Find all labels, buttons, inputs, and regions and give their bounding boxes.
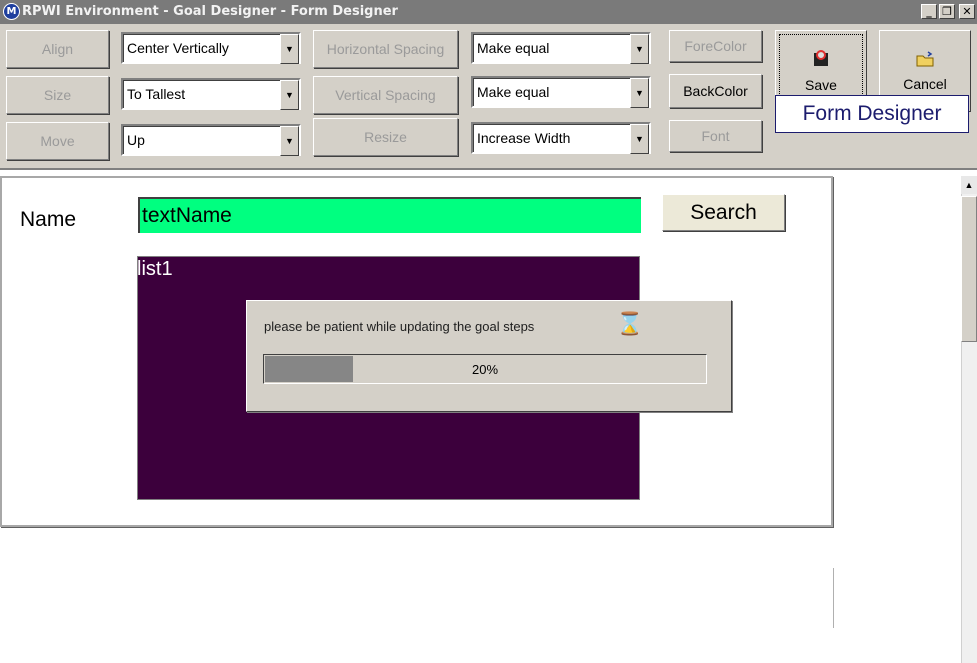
chevron-down-icon[interactable]: ▼ <box>280 80 299 110</box>
name-input[interactable]: textName <box>138 197 641 233</box>
progress-percent: 20% <box>471 361 499 377</box>
chevron-down-icon[interactable]: ▼ <box>630 124 649 154</box>
horizontal-spacing-button[interactable]: Horizontal Spacing <box>313 30 458 68</box>
move-button[interactable]: Move <box>6 122 109 160</box>
search-button[interactable]: Search <box>662 194 785 231</box>
move-select-value: Up <box>127 132 145 148</box>
hourglass-icon: ⌛ <box>616 311 644 336</box>
form-designer-label: Form Designer <box>775 95 969 133</box>
horizontal-spacing-value: Make equal <box>477 40 550 56</box>
align-button[interactable]: Align <box>6 30 109 68</box>
floppy-disk-icon <box>812 49 830 73</box>
align-select-value: Center Vertically <box>127 40 229 56</box>
close-button[interactable]: ✕ <box>959 4 975 19</box>
forecolor-button[interactable]: ForeColor <box>669 30 762 62</box>
list-box-label: list1 <box>137 258 173 280</box>
app-logo-icon: M <box>3 3 20 20</box>
divider <box>833 568 834 628</box>
window-title: RPWI Environment - Goal Designer - Form … <box>22 4 398 19</box>
align-select[interactable]: Center Vertically ▼ <box>121 32 301 64</box>
restore-button[interactable]: ❐ <box>939 4 955 19</box>
folder-icon <box>916 50 934 72</box>
chevron-down-icon[interactable]: ▼ <box>280 34 299 64</box>
minimize-button[interactable]: _ <box>921 4 937 19</box>
backcolor-button[interactable]: BackColor <box>669 74 762 108</box>
font-button[interactable]: Font <box>669 120 762 152</box>
chevron-down-icon[interactable]: ▼ <box>630 34 649 64</box>
scrollbar-thumb[interactable] <box>961 196 977 342</box>
name-label: Name <box>20 208 77 231</box>
vertical-spacing-value: Make equal <box>477 84 550 100</box>
progress-message: please be patient while updating the goa… <box>264 319 535 334</box>
resize-button[interactable]: Resize <box>313 118 458 156</box>
cancel-label: Cancel <box>903 75 947 92</box>
chevron-down-icon[interactable]: ▼ <box>630 78 649 108</box>
move-select[interactable]: Up ▼ <box>121 124 301 156</box>
horizontal-spacing-select[interactable]: Make equal ▼ <box>471 32 651 64</box>
size-select-value: To Tallest <box>127 86 186 102</box>
chevron-down-icon[interactable]: ▼ <box>280 126 299 156</box>
save-label: Save <box>805 76 837 93</box>
vertical-spacing-button[interactable]: Vertical Spacing <box>313 76 458 114</box>
size-select[interactable]: To Tallest ▼ <box>121 78 301 110</box>
resize-select[interactable]: Increase Width ▼ <box>471 122 651 154</box>
vertical-spacing-select[interactable]: Make equal ▼ <box>471 76 651 108</box>
resize-select-value: Increase Width <box>477 130 571 146</box>
size-button[interactable]: Size <box>6 76 109 114</box>
scroll-up-arrow-icon[interactable]: ▲ <box>961 176 977 194</box>
